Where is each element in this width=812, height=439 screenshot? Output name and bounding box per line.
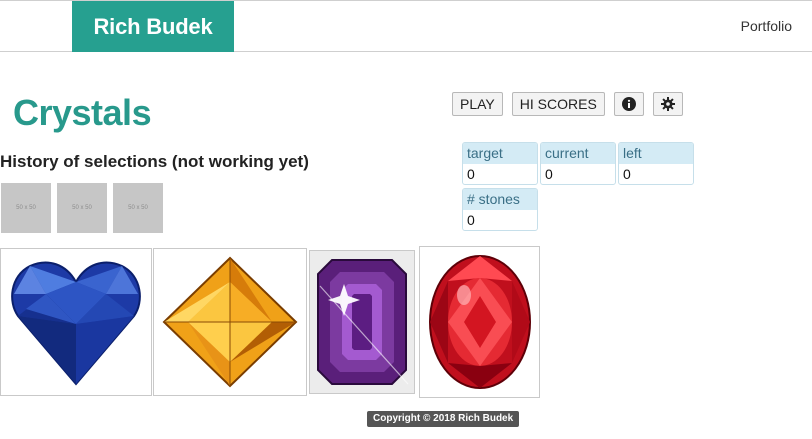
copyright-badge: Copyright © 2018 Rich Budek: [367, 411, 520, 427]
history-list: 50 x 50 50 x 50 50 x 50: [1, 183, 163, 233]
history-placeholder: 50 x 50: [1, 183, 51, 233]
stones-label: # stones: [463, 189, 537, 210]
target-label: target: [463, 143, 537, 164]
target-stat: target 0: [462, 142, 538, 185]
current-label: current: [541, 143, 615, 164]
stones-value: 0: [467, 212, 475, 228]
settings-button[interactable]: [652, 92, 683, 116]
crystal-button-purple[interactable]: [309, 250, 415, 394]
stones-stat: # stones 0: [462, 188, 538, 231]
left-label: left: [619, 143, 693, 164]
history-heading: History of selections (not working yet): [0, 152, 309, 171]
gear-icon: [660, 97, 675, 111]
current-stat: current 0: [540, 142, 616, 185]
portfolio-link[interactable]: Portfolio: [741, 1, 792, 52]
left-value: 0: [623, 166, 631, 182]
crystal-button-orange[interactable]: [153, 248, 307, 396]
purple-emerald-crystal-icon: [317, 259, 409, 385]
orange-square-crystal-icon: [162, 256, 298, 388]
hi-scores-button[interactable]: HI SCORES: [511, 92, 605, 116]
game-controls: PLAY HI SCORES: [452, 92, 683, 116]
history-placeholder: 50 x 50: [113, 183, 163, 233]
play-button[interactable]: PLAY: [452, 92, 503, 116]
red-oval-crystal-icon: [428, 255, 531, 389]
info-icon: [621, 97, 636, 111]
history-placeholder: 50 x 50: [57, 183, 107, 233]
crystal-button-blue[interactable]: [0, 248, 152, 396]
crystal-button-red[interactable]: [419, 246, 540, 398]
info-button[interactable]: [613, 92, 644, 116]
page-title: Crystals: [13, 92, 152, 133]
blue-heart-crystal-icon: [11, 261, 141, 386]
navbar: Rich Budek Portfolio: [0, 0, 812, 52]
brand-logo[interactable]: Rich Budek: [72, 1, 234, 52]
current-value: 0: [545, 166, 553, 182]
target-value: 0: [467, 166, 475, 182]
left-stat: left 0: [618, 142, 694, 185]
